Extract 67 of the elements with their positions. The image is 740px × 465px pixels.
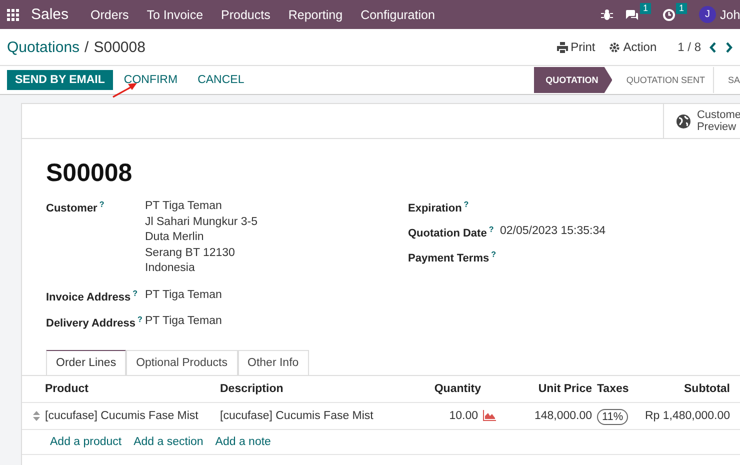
add-line-link[interactable]: Add a section xyxy=(134,436,204,448)
chat-icon[interactable] xyxy=(624,8,639,20)
notebook-tab[interactable]: Other Info xyxy=(238,350,309,375)
bug-icon[interactable] xyxy=(600,8,613,20)
field-value: PT Tiga Teman xyxy=(145,288,222,302)
field-label: Invoice Address $^{?}$ xyxy=(46,288,138,304)
print-button[interactable]: Print xyxy=(554,40,598,54)
notebook-tab[interactable]: Order Lines xyxy=(46,350,126,375)
area-chart-icon[interactable] xyxy=(483,410,496,422)
field-value: Indonesia xyxy=(145,261,196,276)
printer-icon xyxy=(556,42,568,52)
field-label: Expiration $^{?}$ xyxy=(408,200,470,215)
annotation-arrow xyxy=(112,82,138,98)
field-value: Jl Sahari Mungkur 3-5 xyxy=(145,214,258,230)
menu-item[interactable]: Products xyxy=(221,8,270,22)
column-header[interactable]: Subtotal xyxy=(684,382,730,395)
status-stage[interactable]: SA xyxy=(714,67,740,93)
table-cell: 10.00 xyxy=(449,410,478,422)
clock-icon[interactable] xyxy=(662,8,675,20)
table-cell: Rp 1,480,000.00 xyxy=(644,410,730,422)
action-button[interactable]: Action xyxy=(606,40,660,54)
message-count-badge: 1 xyxy=(640,2,651,14)
table-cell-text: [cucufase] Cucumis Fase Mist xyxy=(45,410,200,422)
menu-item[interactable]: Orders xyxy=(90,8,129,22)
menu-item[interactable]: Reporting xyxy=(288,8,343,22)
column-header[interactable]: Quantity xyxy=(434,382,481,395)
drag-handle-icon[interactable] xyxy=(33,410,40,421)
field-label: Customer $^{?}$ xyxy=(46,200,106,217)
status-stage[interactable]: QUOTATION SENT xyxy=(612,67,714,93)
action-button[interactable]: CONFIRM xyxy=(114,70,187,90)
action-button[interactable]: CANCEL xyxy=(188,70,254,90)
gear-icon xyxy=(609,42,620,52)
field-value: PT Tiga Teman xyxy=(145,199,223,214)
add-line-link[interactable]: Add a note xyxy=(215,436,271,448)
user-avatar[interactable]: J xyxy=(699,6,716,23)
breadcrumb-current: S00008 xyxy=(94,38,146,56)
table-cell-text: [cucufase] Cucumis Fase Mist xyxy=(220,410,374,422)
menu-item[interactable]: Configuration xyxy=(360,8,435,22)
add-line-link[interactable]: Add a product xyxy=(50,436,122,448)
table-cell: 148,000.00 xyxy=(534,410,592,422)
pager-counter: 1 / 8 xyxy=(678,40,701,54)
previous-icon[interactable] xyxy=(709,42,717,52)
column-header[interactable]: Description xyxy=(220,382,390,395)
column-header[interactable]: Taxes xyxy=(592,382,644,395)
field-value: 02/05/2023 15:35:34 xyxy=(500,224,606,239)
column-header[interactable]: Product xyxy=(45,382,220,395)
field-label: Payment Terms $^{?}$ xyxy=(408,250,497,265)
apps-grid-icon[interactable] xyxy=(7,8,19,20)
field-label: Quotation Date $^{?}$ xyxy=(408,225,495,240)
globe-icon xyxy=(676,114,691,128)
user-name[interactable]: Joh xyxy=(720,8,740,22)
app-name[interactable]: Sales xyxy=(31,6,69,23)
field-value: Duta Merlin xyxy=(145,230,205,245)
column-header[interactable]: Unit Price xyxy=(538,382,592,395)
breadcrumb-link[interactable]: Quotations xyxy=(7,38,80,56)
field-value: Serang BT 12130 xyxy=(145,246,236,260)
menu-item[interactable]: To Invoice xyxy=(146,8,204,22)
tax-tag: 11% xyxy=(597,408,628,425)
status-stage[interactable]: QUOTATION xyxy=(534,67,612,93)
record-title: S00008 xyxy=(46,159,134,188)
activity-count-badge: 1 xyxy=(676,2,687,14)
next-icon[interactable] xyxy=(725,42,733,52)
field-label: Delivery Address $^{?}$ xyxy=(46,315,144,330)
action-button[interactable]: SEND BY EMAIL xyxy=(7,70,113,90)
breadcrumb-separator: / xyxy=(84,38,89,56)
notebook-tab[interactable]: Optional Products xyxy=(126,350,238,375)
field-value: PT Tiga Teman xyxy=(145,314,222,330)
